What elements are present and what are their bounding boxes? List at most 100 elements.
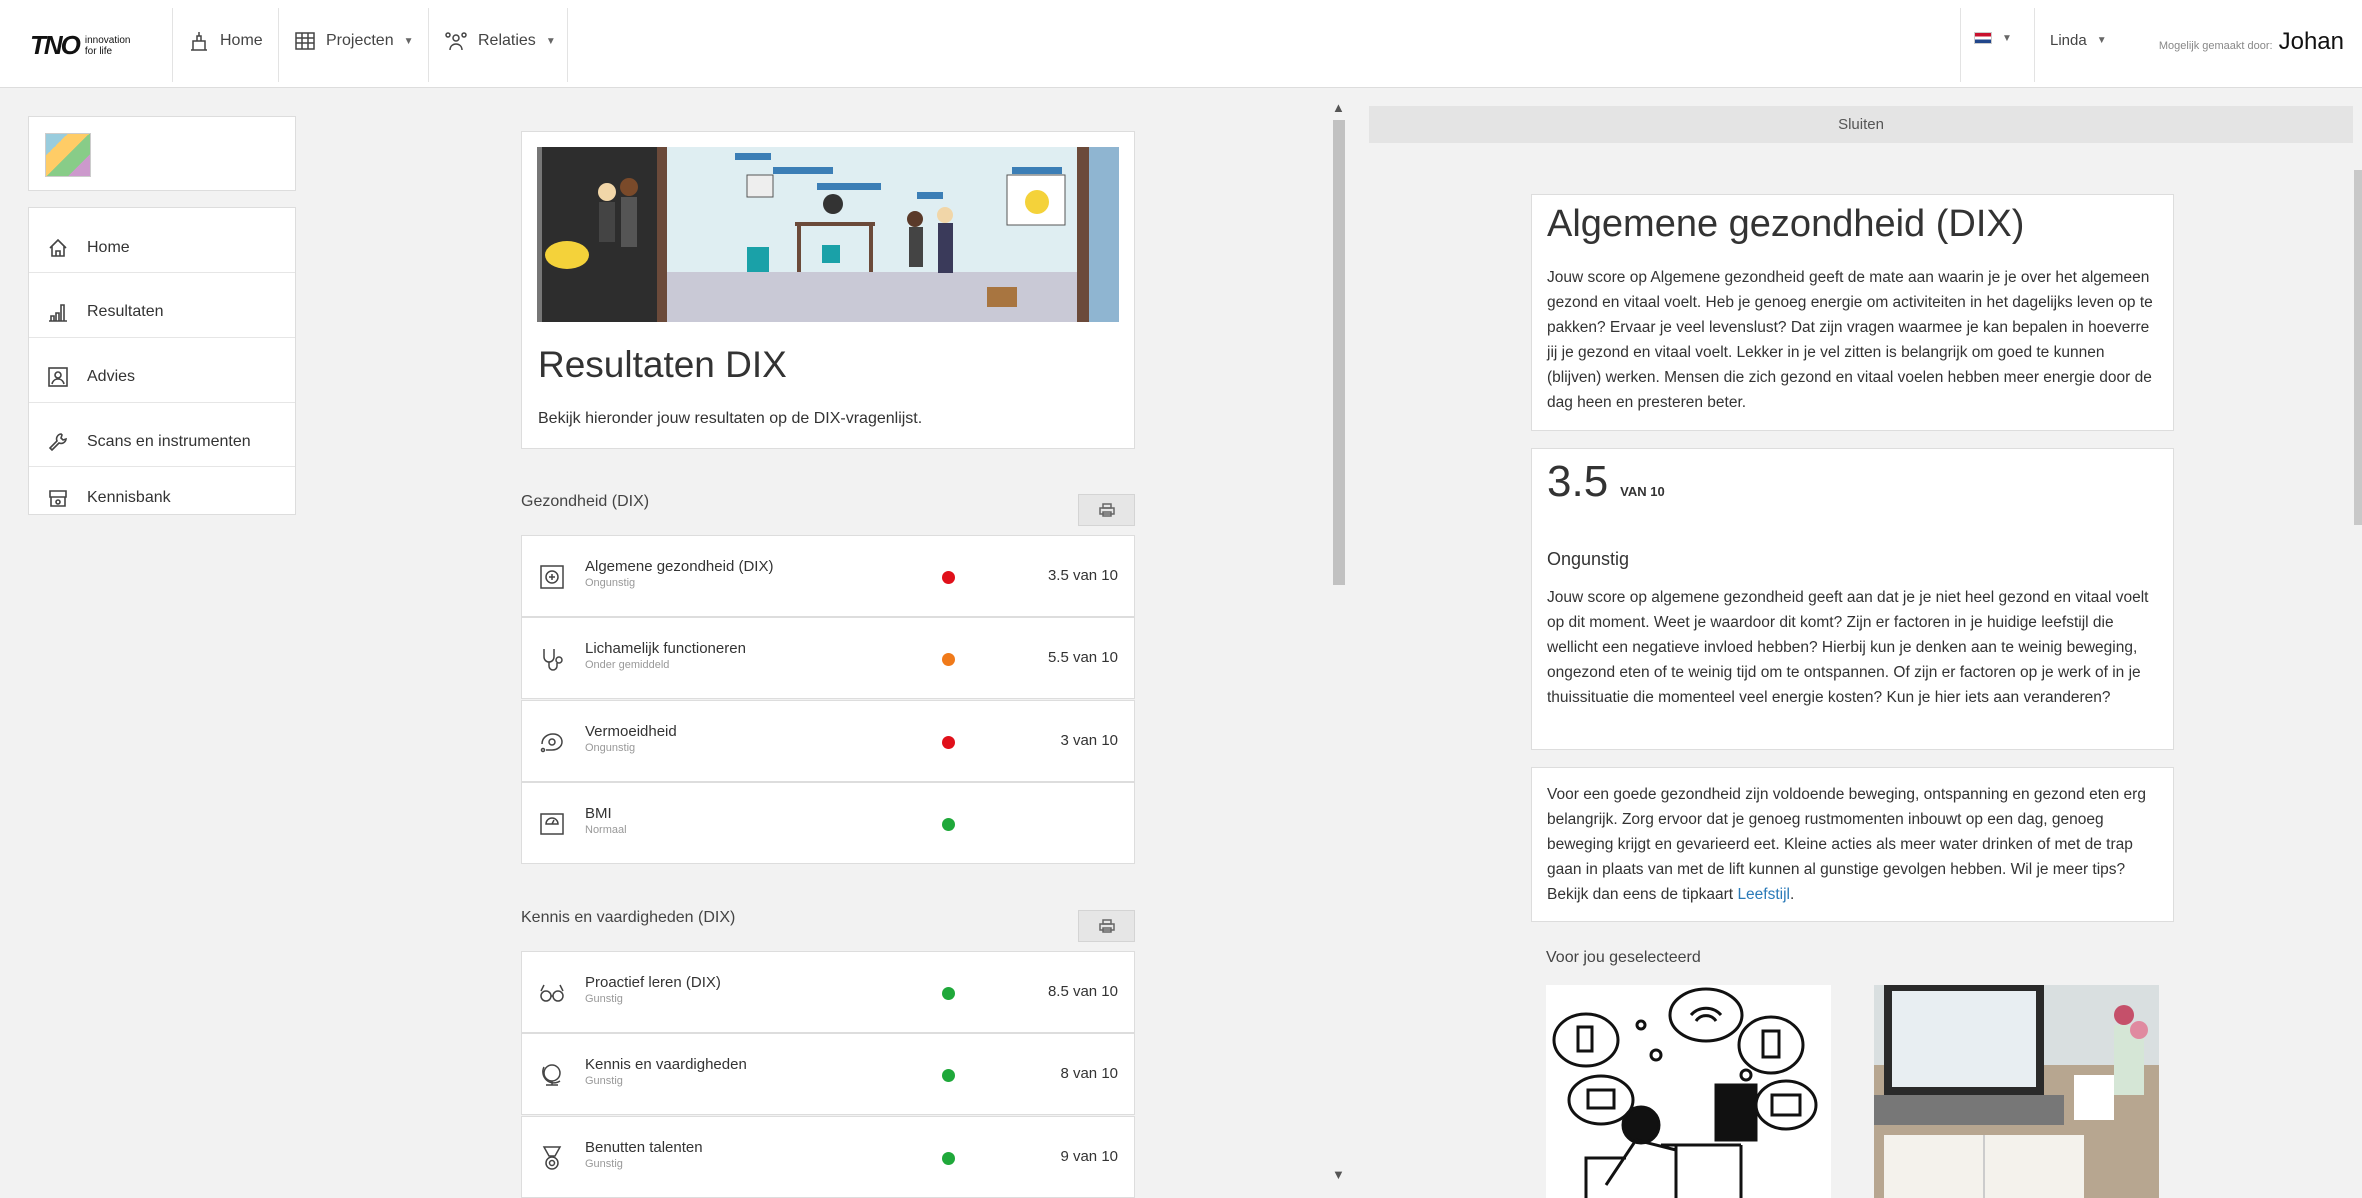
result-status: Gunstig xyxy=(585,993,623,1005)
sidebar-item-label: Advies xyxy=(87,368,136,385)
result-status: Ongunstig xyxy=(585,577,636,589)
main-scrollbar[interactable]: ▲ ▼ xyxy=(1330,100,1348,1198)
advice-end: . xyxy=(1790,886,1795,903)
status-dot xyxy=(942,1069,955,1082)
made-by-label: Mogelijk gemaakt door: xyxy=(2158,40,2273,52)
home-icon xyxy=(49,238,67,257)
chevron-down-icon: ▼ xyxy=(545,35,556,47)
detail-title: Algemene gezondheid (DIX) xyxy=(1547,203,2025,245)
result-row[interactable]: Benutten talenten Gunstig 9 van 10 xyxy=(521,1116,1135,1198)
scroll-up-icon[interactable]: ▲ xyxy=(1332,100,1345,115)
scrollbar-thumb[interactable] xyxy=(1333,120,1345,585)
result-score: 9 van 10 xyxy=(1060,1148,1118,1165)
laptop-photo-tile[interactable] xyxy=(1874,985,2159,1198)
result-score: 3.5 van 10 xyxy=(1047,567,1118,584)
sidebar-item-home[interactable]: Home xyxy=(29,228,295,268)
result-name: Kennis en vaardigheden xyxy=(585,1056,747,1073)
logo-mark: TNO xyxy=(30,30,81,60)
chart-icon xyxy=(49,304,67,322)
fatigue-icon xyxy=(538,728,566,756)
print-icon xyxy=(1098,503,1115,517)
section-title: Kennis en vaardigheden (DIX) xyxy=(521,909,736,926)
status-dot xyxy=(942,571,955,584)
sidebar-item-resultaten[interactable]: Resultaten xyxy=(29,292,295,332)
score-display: 3.5 VAN 10 xyxy=(1547,457,1665,507)
score-value: 3.5 xyxy=(1547,457,1609,506)
user-menu[interactable]: Linda ▼ xyxy=(2050,32,2107,49)
powered-by: Mogelijk gemaakt door: Johan xyxy=(2159,28,2344,56)
nav-divider xyxy=(2034,8,2035,82)
sidebar-item-label: Scans en instrumenten xyxy=(87,433,251,450)
sidebar-menu: Home Resultaten Advies Scans en instrume… xyxy=(28,207,296,515)
print-button[interactable] xyxy=(1078,494,1135,526)
result-status: Normaal xyxy=(585,824,627,836)
stress-illustration-tile[interactable] xyxy=(1546,985,1831,1198)
result-row[interactable]: Proactief leren (DIX) Gunstig 8.5 van 10 xyxy=(521,951,1135,1033)
sidebar-item-kennisbank[interactable]: Kennisbank xyxy=(29,478,295,518)
result-row[interactable]: BMI Normaal xyxy=(521,782,1135,864)
sidebar-item-label: Resultaten xyxy=(87,303,164,320)
section-title: Gezondheid (DIX) xyxy=(521,493,650,510)
result-row[interactable]: Vermoeidheid Ongunstig 3 van 10 xyxy=(521,700,1135,782)
result-name: BMI xyxy=(585,805,612,822)
divider xyxy=(29,466,295,467)
nav-divider xyxy=(278,8,279,82)
result-score: 3 van 10 xyxy=(1060,732,1118,749)
tno-logo[interactable]: TNO innovation for life xyxy=(30,30,145,61)
nl-flag-icon xyxy=(1974,32,1992,44)
print-icon xyxy=(1098,919,1115,933)
nav-divider xyxy=(1960,8,1961,82)
result-status: Gunstig xyxy=(585,1075,623,1087)
nav-projecten-label: Projecten xyxy=(326,32,394,49)
score-verdict: Ongunstig xyxy=(1547,549,1630,569)
logo-tagline: innovation for life xyxy=(84,34,131,57)
status-dot xyxy=(942,653,955,666)
language-selector[interactable]: ▼ xyxy=(1974,32,2012,44)
page-intro: Bekijk hieronder jouw resultaten op de D… xyxy=(538,410,923,427)
health-icon xyxy=(538,563,566,591)
result-row[interactable]: Algemene gezondheid (DIX) Ongunstig 3.5 … xyxy=(521,535,1135,617)
divider xyxy=(29,402,295,403)
nav-divider xyxy=(172,8,173,82)
medal-icon xyxy=(538,1144,566,1172)
advice-text: Voor een goede gezondheid zijn voldoende… xyxy=(1547,786,2146,903)
detail-score-card: 3.5 VAN 10 Ongunstig Jouw score op algem… xyxy=(1531,448,2174,750)
status-dot xyxy=(942,987,955,1000)
selected-title: Voor jou geselecteerd xyxy=(1546,949,1701,966)
detail-scrollbar-thumb[interactable] xyxy=(2354,170,2362,525)
result-score: 5.5 van 10 xyxy=(1047,649,1118,666)
top-navbar: TNO innovation for life Home Projecten ▼… xyxy=(0,0,2362,88)
close-button[interactable]: Sluiten xyxy=(1369,106,2353,143)
divider xyxy=(29,337,295,338)
leefstijl-link[interactable]: Leefstijl xyxy=(1737,886,1790,903)
result-status: Onder gemiddeld xyxy=(585,659,670,671)
knowledge-icon xyxy=(49,490,67,507)
result-name: Algemene gezondheid (DIX) xyxy=(585,558,774,575)
sidebar-item-label: Kennisbank xyxy=(87,489,171,506)
advice-icon xyxy=(48,367,68,387)
result-row[interactable]: Lichamelijk functioneren Onder gemiddeld… xyxy=(521,617,1135,699)
nav-home[interactable]: Home xyxy=(188,30,263,52)
sidebar-item-scans[interactable]: Scans en instrumenten xyxy=(29,422,295,462)
status-dot xyxy=(942,1152,955,1165)
stethoscope-icon xyxy=(538,645,566,673)
nav-home-label: Home xyxy=(220,32,263,49)
detail-advice-card: Voor een goede gezondheid zijn voldoende… xyxy=(1531,767,2174,922)
divider xyxy=(29,272,295,273)
people-icon xyxy=(445,32,467,51)
office-illustration xyxy=(537,147,1119,322)
wrench-icon xyxy=(48,433,67,452)
nav-relaties[interactable]: Relaties ▼ xyxy=(444,30,556,52)
page-title: Resultaten DIX xyxy=(538,344,787,385)
advice-text-block: Voor een goede gezondheid zijn voldoende… xyxy=(1547,782,2159,907)
print-button[interactable] xyxy=(1078,910,1135,942)
globe-icon xyxy=(538,1061,566,1089)
scroll-down-icon[interactable]: ▼ xyxy=(1332,1167,1345,1182)
sidebar-item-advies[interactable]: Advies xyxy=(29,357,295,397)
result-name: Lichamelijk functioneren xyxy=(585,640,746,657)
status-dot xyxy=(942,818,955,831)
detail-description: Jouw score op Algemene gezondheid geeft … xyxy=(1547,269,2153,411)
result-row[interactable]: Kennis en vaardigheden Gunstig 8 van 10 xyxy=(521,1033,1135,1115)
nav-projecten[interactable]: Projecten ▼ xyxy=(294,30,414,52)
result-score: 8.5 van 10 xyxy=(1047,983,1118,1000)
